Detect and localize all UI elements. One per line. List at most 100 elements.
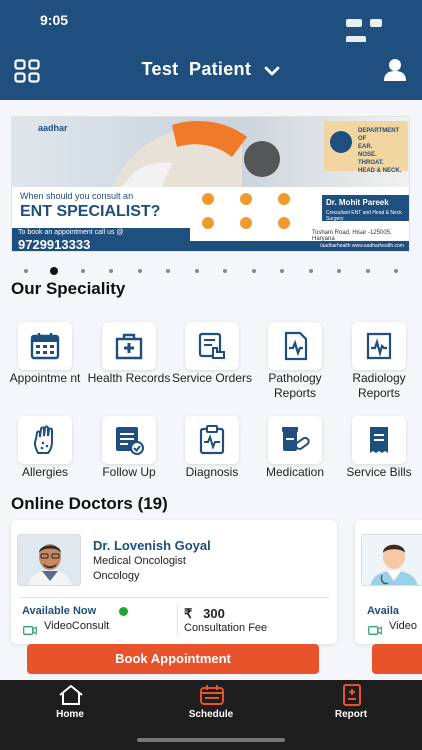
video-icon [23, 622, 37, 640]
speciality-pathology-reports[interactable]: Pathology Reports [252, 322, 334, 402]
symptom-icons [198, 191, 318, 235]
symptom-icon [240, 217, 252, 229]
symptom-icon [278, 217, 290, 229]
symptom-icon [202, 217, 214, 229]
patient-name: Test Patient [141, 59, 252, 79]
banner-doctor-box: Dr. Mohit Pareek Consultant ENT and Head… [322, 195, 409, 222]
nav-report-label: Report [334, 709, 368, 720]
video-icon [368, 622, 382, 640]
carousel-dot[interactable] [365, 269, 370, 273]
speciality-label: Health Records [87, 371, 171, 385]
carousel-dot[interactable] [223, 269, 228, 273]
banner-phone: 9729913333 [18, 237, 91, 252]
banner-title: ENT SPECIALIST? [20, 203, 161, 220]
carousel-dot[interactable] [280, 269, 285, 273]
carousel-dot[interactable] [308, 269, 313, 273]
book-appointment-button-next[interactable] [372, 644, 422, 674]
nav-home-label: Home [56, 709, 84, 720]
fee-divider [177, 604, 178, 636]
user-profile-icon[interactable] [384, 58, 406, 82]
carousel-dot[interactable] [137, 269, 142, 273]
bill-receipt-icon [370, 427, 388, 453]
status-icons [342, 14, 402, 46]
carousel-dots[interactable] [20, 267, 405, 276]
speciality-label: Allergies [21, 465, 69, 479]
carousel-dot[interactable] [166, 269, 171, 273]
speciality-label: Service Orders [171, 371, 253, 385]
speciality-service-bills[interactable]: Service Bills [336, 416, 418, 496]
speciality-icon-box [352, 416, 406, 464]
carousel-dot[interactable] [50, 267, 59, 275]
speciality-service-orders[interactable]: Service Orders [169, 322, 252, 402]
speciality-icon-box [268, 416, 322, 464]
speciality-icon-box [102, 322, 156, 370]
speciality-follow-up[interactable]: Follow Up [86, 416, 168, 496]
speciality-allergies[interactable]: Allergies [2, 416, 84, 496]
speciality-label: Appointme nt [9, 371, 81, 385]
speciality-label: Pathology Reports [268, 371, 322, 400]
report-icon [343, 684, 361, 706]
doctor-specialty: Medical Oncologist [93, 555, 186, 567]
availability-status: Available Now [22, 605, 97, 617]
card-divider [19, 597, 329, 598]
speciality-icon-box [185, 322, 239, 370]
status-time: 9:05 [40, 12, 69, 28]
speciality-label: Diagnosis [185, 465, 239, 479]
speciality-diagnosis[interactable]: Diagnosis [169, 416, 251, 496]
nav-report[interactable]: Report [301, 680, 401, 730]
doctor-card-next[interactable]: Availa Video [355, 520, 422, 644]
home-icon [59, 685, 83, 705]
speciality-title: Our Speciality [11, 279, 126, 298]
follow-up-icon [116, 427, 144, 455]
nav-home[interactable]: Home [20, 680, 120, 730]
online-doctors-title: Online Doctors (19) [11, 494, 168, 513]
pathology-report-icon [284, 331, 308, 361]
banner-footer: /aadharhealth www.aadharhealth.com [190, 241, 409, 251]
carousel-dot[interactable] [109, 269, 114, 273]
symptom-icon [240, 193, 252, 205]
doctor-department: Oncology [93, 570, 140, 582]
service-order-icon [198, 332, 225, 359]
speciality-appointment[interactable]: Appointme nt [2, 322, 84, 402]
carousel-dot[interactable] [337, 269, 342, 273]
nav-schedule-label: Schedule [188, 709, 234, 720]
nav-schedule[interactable]: Schedule [161, 680, 261, 730]
doctor-avatar [17, 534, 81, 586]
carousel-dot[interactable] [194, 269, 199, 273]
speciality-radiology-reports[interactable]: Radiology Reports [336, 322, 418, 402]
app-header: Test Patient [0, 42, 422, 100]
patient-selector[interactable]: Test Patient [0, 59, 422, 81]
medication-icon [282, 427, 310, 451]
ent-logo-icon [330, 131, 352, 153]
wifi-icon [370, 18, 383, 27]
carousel-dot[interactable] [24, 269, 28, 273]
medical-records-icon [115, 333, 143, 360]
currency-symbol: ₹ [184, 606, 193, 621]
speciality-icon-box [18, 416, 72, 464]
speciality-label: Radiology Reports [352, 371, 406, 400]
carousel-dot[interactable] [80, 269, 85, 273]
speciality-health-records[interactable]: Health Records [86, 322, 170, 402]
speciality-medication[interactable]: Medication [252, 416, 334, 496]
diagnosis-clipboard-icon [199, 425, 225, 455]
department-text: DEPARTMENT OF EAR. NOSE. THROAT. HEAD & … [358, 128, 402, 174]
banner-question: When should you consult an [20, 191, 134, 201]
carousel-dot[interactable] [394, 269, 398, 273]
department-badge: DEPARTMENT OF EAR. NOSE. THROAT. HEAD & … [324, 121, 408, 174]
banner-doctor-title: Consultant ENT and Head & Neck Surgery [326, 210, 402, 222]
calendar-icon [30, 333, 60, 360]
speciality-icon-box [18, 322, 72, 370]
allergy-hand-icon [33, 425, 53, 454]
doctor-card[interactable]: Dr. Lovenish Goyal Medical Oncologist On… [11, 520, 337, 644]
home-indicator [137, 738, 285, 742]
book-appointment-button[interactable]: Book Appointment [27, 644, 319, 674]
speciality-icon-box [185, 416, 239, 464]
banner-brand: aadhar [38, 123, 68, 133]
promo-banner[interactable]: aadhar When should you consult an ENT SP… [11, 116, 410, 252]
banner-footer-text: /aadharhealth www.aadharhealth.com [320, 243, 404, 249]
doctor-name: Dr. Lovenish Goyal [93, 538, 211, 553]
status-bar: 9:05 [0, 0, 422, 46]
doctor-avatar-placeholder [361, 534, 422, 586]
banner-doctor-name: Dr. Mohit Pareek [326, 198, 389, 207]
carousel-dot[interactable] [251, 269, 256, 273]
